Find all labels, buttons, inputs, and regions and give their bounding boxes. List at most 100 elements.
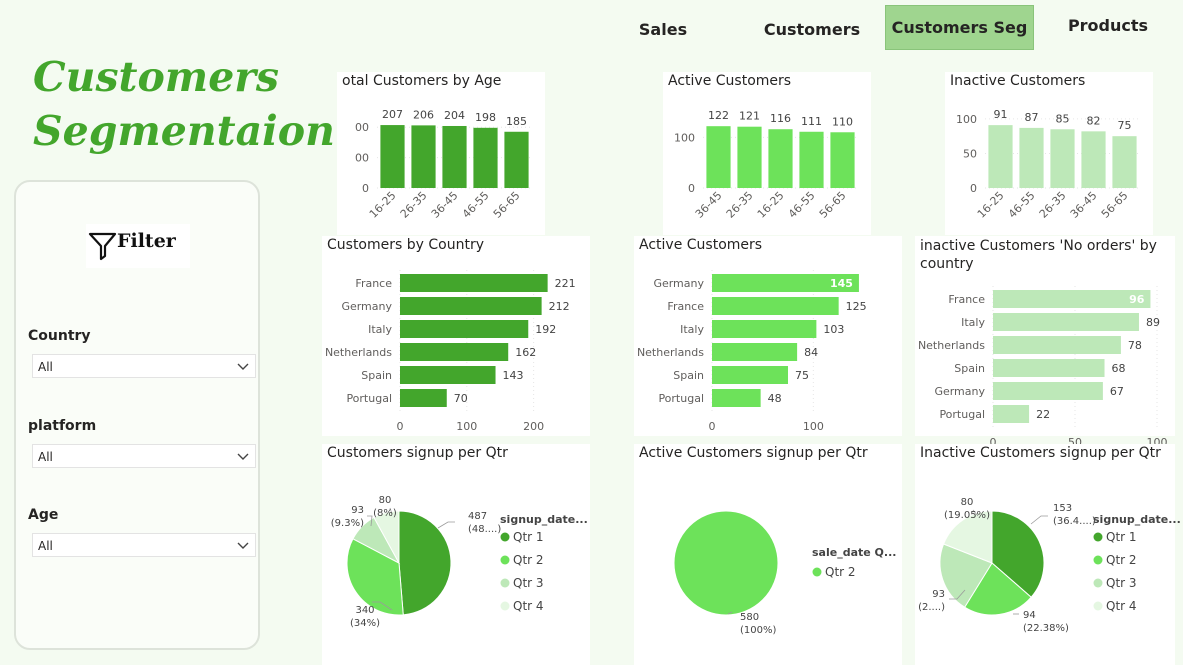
chart-active-customers-by-age[interactable]: Active Customers 0 100 122 36-45 121 26-35 116 1… xyxy=(663,72,871,235)
data-label: 78 xyxy=(1128,339,1142,352)
data-label: 85 xyxy=(1056,112,1070,125)
chevron-down-icon xyxy=(237,453,249,460)
bar xyxy=(400,320,529,338)
data-label: 70 xyxy=(454,392,468,405)
legend-label: Qtr 2 xyxy=(513,553,544,567)
data-label: 93 xyxy=(351,505,364,516)
data-label: 75 xyxy=(1118,119,1132,132)
data-label: 96 xyxy=(1129,293,1145,306)
legend-marker xyxy=(812,567,822,577)
data-label-percent: (22.38%) xyxy=(1023,623,1069,634)
data-label-percent: (100%) xyxy=(740,625,776,636)
tab-customers-seg[interactable]: Customers Seg xyxy=(885,5,1034,50)
bar xyxy=(400,343,509,361)
bar xyxy=(993,313,1139,331)
data-label: 143 xyxy=(503,369,524,382)
bar xyxy=(712,389,761,407)
category-label: France xyxy=(667,300,704,313)
leader-line xyxy=(437,521,455,529)
category-label: Spain xyxy=(361,369,392,382)
category-label: France xyxy=(355,277,392,290)
bar xyxy=(988,125,1013,188)
x-tick-label: 56-65 xyxy=(817,189,849,221)
pie-chart-plot: 580 (100%) sale_date Q... Qtr 2 xyxy=(673,510,896,636)
x-tick-label: 36-45 xyxy=(1068,189,1100,221)
chart-active-customers-signup-per-qtr[interactable]: Active Customers signup per Qtr 580 (100%)… xyxy=(634,444,902,665)
data-label-percent: (34%) xyxy=(350,618,380,629)
x-tick-label: 46-55 xyxy=(786,189,818,221)
tab-customers[interactable]: Customers xyxy=(757,12,867,46)
data-label: 22 xyxy=(1036,408,1050,421)
platform-dropdown[interactable]: All xyxy=(32,444,256,468)
country-dropdown[interactable]: All xyxy=(32,354,256,378)
category-label: Netherlands xyxy=(637,346,704,359)
category-label: Italy xyxy=(680,323,704,336)
data-label: 80 xyxy=(961,497,974,508)
tab-sales[interactable]: Sales xyxy=(623,12,703,46)
data-label: 67 xyxy=(1110,385,1124,398)
legend-marker xyxy=(500,601,510,611)
x-tick-label: 56-65 xyxy=(1099,189,1131,221)
data-label: 206 xyxy=(413,108,434,121)
legend-label: Qtr 1 xyxy=(513,530,544,544)
data-label: 580 xyxy=(740,612,759,623)
age-value: All xyxy=(38,539,53,553)
data-label: 192 xyxy=(535,323,556,336)
legend-marker xyxy=(500,532,510,542)
x-tick-label: 100 xyxy=(456,420,477,433)
data-label: 68 xyxy=(1112,362,1126,375)
chart-active-customers-by-country[interactable]: Active Customers 0 100 Germany 145 France 125 I… xyxy=(634,236,902,436)
y-tick-label: 0 xyxy=(970,182,977,195)
age-dropdown[interactable]: All xyxy=(32,533,256,557)
bar xyxy=(504,131,529,188)
category-label: Portugal xyxy=(346,392,392,405)
category-label: Germany xyxy=(653,277,704,290)
x-tick-label: 0 xyxy=(709,420,716,433)
bar xyxy=(712,343,798,361)
y-tick-label: 00 xyxy=(355,152,369,165)
chart-customers-signup-per-qtr[interactable]: Customers signup per Qtr 487 (48....) 340 (3… xyxy=(322,444,590,665)
data-label: 110 xyxy=(832,115,853,128)
data-label-percent: (8%) xyxy=(373,508,397,519)
data-label: 111 xyxy=(801,115,822,128)
bar xyxy=(830,132,855,188)
chart-inactive-customers-signup-per-qtr[interactable]: Inactive Customers signup per Qtr 153 (36.… xyxy=(915,444,1181,665)
x-tick-label: 16-25 xyxy=(975,189,1007,221)
bar xyxy=(400,274,548,292)
bar xyxy=(706,126,731,188)
data-label: 125 xyxy=(846,300,867,313)
data-label-percent: (36.4....) xyxy=(1053,516,1096,527)
pie-chart-plot: 487 (48....) 340 (34%) 93 (9.3%) 80 (8%) signup_… xyxy=(331,495,588,629)
legend-label: Qtr 3 xyxy=(1106,576,1137,590)
data-label: 122 xyxy=(708,109,729,122)
bar xyxy=(400,366,496,384)
data-label: 75 xyxy=(795,369,809,382)
data-label: 145 xyxy=(830,277,853,290)
category-label: Portugal xyxy=(658,392,704,405)
x-tick-label: 56-65 xyxy=(491,189,523,221)
data-label: 91 xyxy=(994,108,1008,121)
data-label: 93 xyxy=(932,589,945,600)
x-tick-label: 36-45 xyxy=(429,189,461,221)
data-label: 84 xyxy=(804,346,818,359)
tab-products[interactable]: Products xyxy=(1060,8,1156,42)
data-label: 48 xyxy=(768,392,782,405)
data-label: 82 xyxy=(1087,114,1101,127)
platform-label: platform xyxy=(28,418,97,434)
bar-chart-plot: 0000020716-2520626-3520436-4519846-55185… xyxy=(355,108,532,221)
x-tick-label: 0 xyxy=(397,420,404,433)
pie-slice xyxy=(398,510,452,616)
bar xyxy=(712,366,788,384)
data-label-percent: (9.3%) xyxy=(331,518,364,529)
chart-inactive-customers-by-country[interactable]: inactive Customers 'No orders' by countr… xyxy=(915,236,1175,449)
chart-total-customers-by-age[interactable]: otal Customers by Age 0 00 00 207 16-25 206 26-… xyxy=(337,72,545,235)
y-tick-label: 0 xyxy=(688,182,695,195)
legend-label: Qtr 2 xyxy=(1106,553,1137,567)
chart-inactive-customers-by-age[interactable]: Inactive Customers 0 50 100 91 16-25 87 46-55 85… xyxy=(945,72,1153,235)
x-tick-label: 46-55 xyxy=(460,189,492,221)
chart-customers-by-country[interactable]: Customers by Country 0 100 200 France 221 Germ… xyxy=(322,236,590,436)
bar xyxy=(1019,127,1044,188)
pie-slice xyxy=(673,510,779,616)
bar xyxy=(712,297,839,315)
legend-title: sale_date Q... xyxy=(812,546,896,559)
